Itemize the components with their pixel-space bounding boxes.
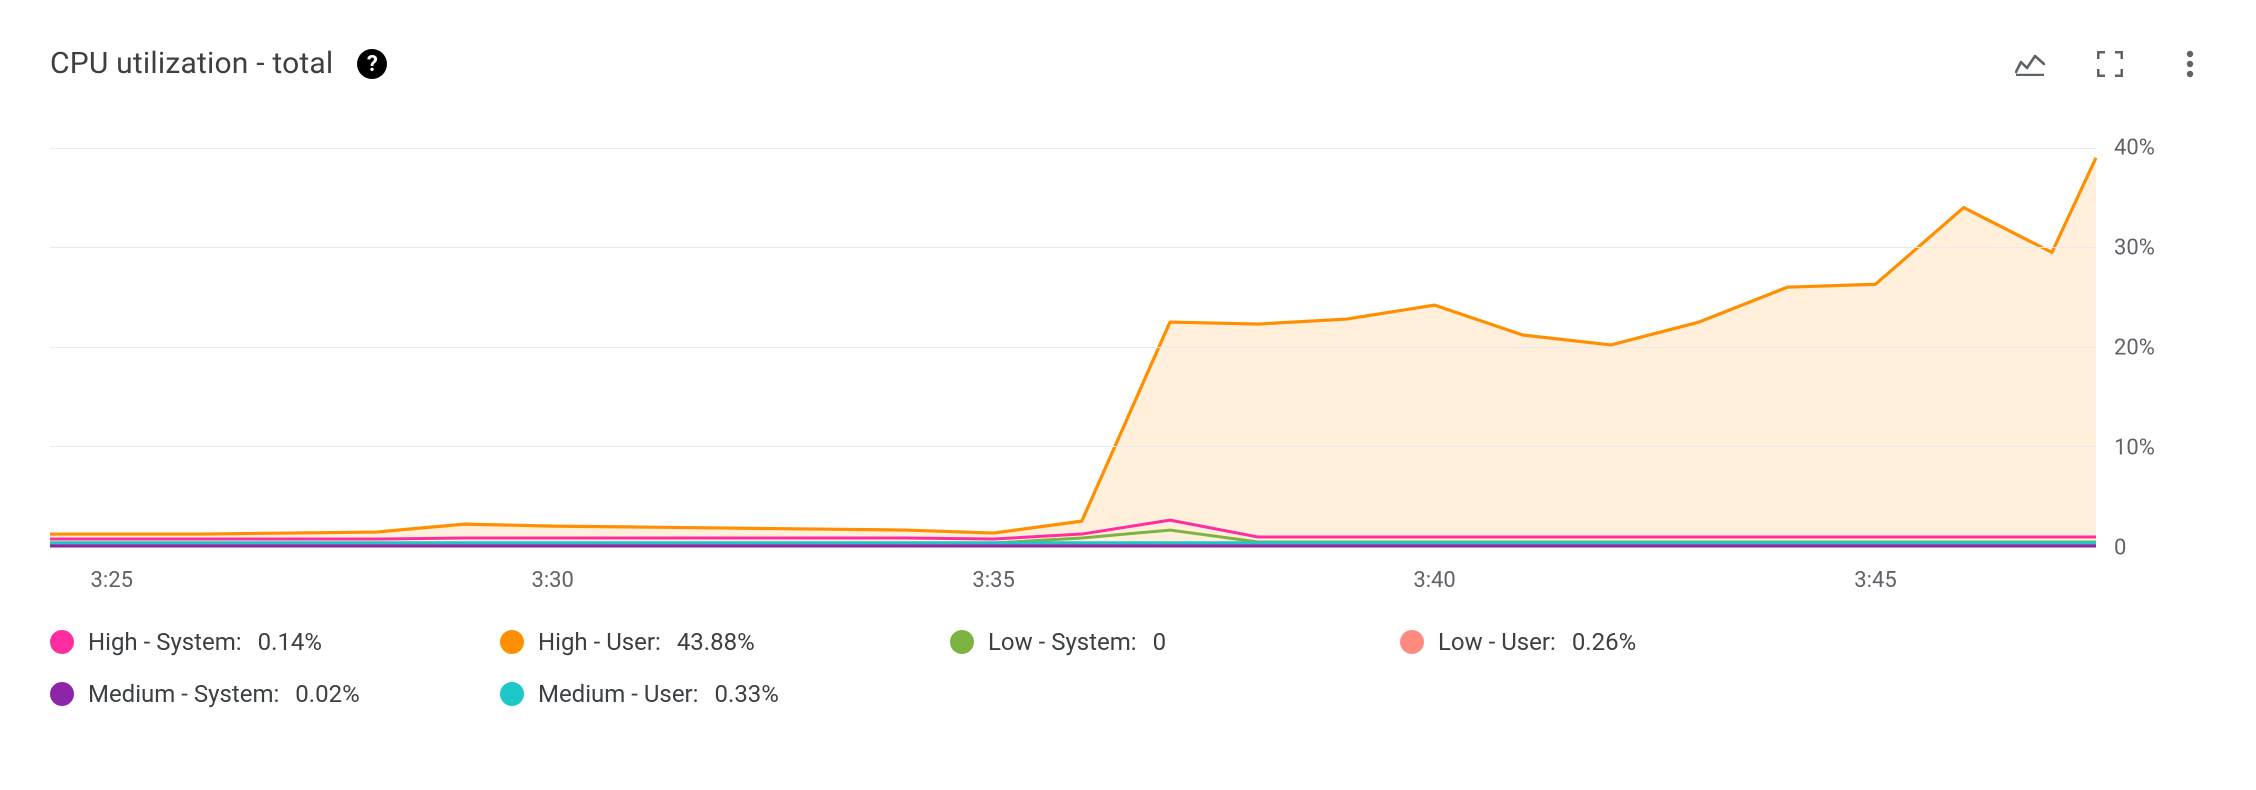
x-axis: 3:25 3:30 3:35 3:40 3:45	[50, 548, 2096, 608]
legend-item-medium_user[interactable]: Medium - User: 0.33%	[500, 680, 940, 708]
header-actions	[2014, 48, 2206, 80]
legend-value: 0.14%	[258, 628, 322, 656]
more-options-icon[interactable]	[2174, 48, 2206, 80]
legend-value: 0	[1153, 628, 1167, 656]
chart-title: CPU utilization - total	[50, 49, 333, 79]
chart-card: CPU utilization - total ?	[0, 0, 2256, 790]
series-area-high_user	[50, 158, 2096, 546]
chart-plot-area[interactable]: 0 10% 20% 30% 40% 3:25 3:30 3:35 3:40 3:45	[50, 118, 2206, 608]
legend-item-high_user[interactable]: High - User: 43.88%	[500, 628, 940, 656]
legend-label: High - System:	[88, 628, 242, 656]
help-icon[interactable]: ?	[357, 49, 387, 79]
legend-item-medium_system[interactable]: Medium - System: 0.02%	[50, 680, 490, 708]
gridline	[50, 148, 2096, 149]
legend-label: High - User:	[538, 628, 661, 656]
legend-swatch	[50, 682, 74, 706]
legend-item-low_user[interactable]: Low - User: 0.26%	[1400, 628, 1840, 656]
y-tick-label: 10%	[2114, 436, 2155, 461]
gridline	[50, 347, 2096, 348]
legend-swatch	[50, 630, 74, 654]
chart-legend: High - System: 0.14% High - User: 43.88% Low…	[50, 628, 2206, 708]
y-tick-label: 0	[2114, 536, 2126, 561]
legend-swatch	[1400, 630, 1424, 654]
fullscreen-icon[interactable]	[2094, 48, 2126, 80]
plot-canvas	[50, 118, 2096, 548]
x-tick-label: 3:35	[972, 568, 1014, 593]
y-tick-label: 40%	[2114, 136, 2155, 161]
legend-value: 0.26%	[1572, 628, 1636, 656]
y-tick-label: 30%	[2114, 236, 2155, 261]
legend-item-high_system[interactable]: High - System: 0.14%	[50, 628, 490, 656]
legend-value: 43.88%	[677, 628, 755, 656]
x-tick-label: 3:25	[91, 568, 133, 593]
x-tick-label: 3:40	[1413, 568, 1455, 593]
y-tick-label: 20%	[2114, 336, 2155, 361]
legend-value: 0.33%	[715, 680, 779, 708]
legend-item-low_system[interactable]: Low - System: 0	[950, 628, 1390, 656]
card-header: CPU utilization - total ?	[50, 40, 2206, 88]
gridline	[50, 446, 2096, 447]
y-axis: 010%20%30%40%	[2096, 118, 2206, 548]
legend-label: Medium - System:	[88, 680, 279, 708]
legend-label: Medium - User:	[538, 680, 699, 708]
legend-toggle-icon[interactable]	[2014, 48, 2046, 80]
header-left: CPU utilization - total ?	[50, 49, 387, 79]
gridline	[50, 247, 2096, 248]
x-tick-label: 3:45	[1854, 568, 1896, 593]
legend-label: Low - System:	[988, 628, 1137, 656]
legend-label: Low - User:	[1438, 628, 1556, 656]
legend-value: 0.02%	[295, 680, 359, 708]
x-tick-label: 3:30	[531, 568, 573, 593]
legend-swatch	[500, 630, 524, 654]
legend-swatch	[950, 630, 974, 654]
legend-swatch	[500, 682, 524, 706]
